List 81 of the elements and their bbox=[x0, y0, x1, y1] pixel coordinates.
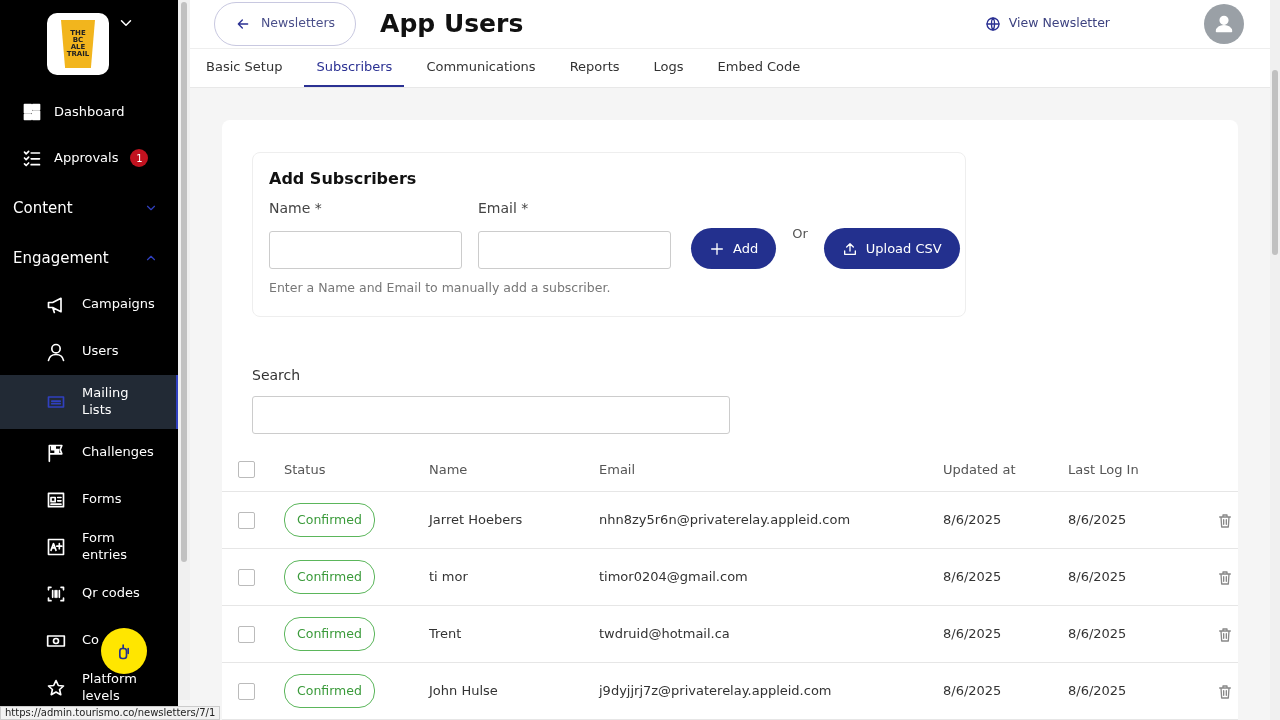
trash-icon[interactable] bbox=[1217, 683, 1233, 700]
row-checkbox[interactable] bbox=[238, 682, 255, 700]
sidebar-item[interactable]: Users bbox=[0, 328, 178, 375]
trash-icon[interactable] bbox=[1217, 512, 1233, 529]
trash-icon[interactable] bbox=[1217, 626, 1233, 643]
column-header: Last Log In bbox=[1068, 460, 1140, 479]
trash-icon[interactable] bbox=[1217, 569, 1233, 586]
tab[interactable]: Embed Code bbox=[705, 48, 813, 88]
table-cell-text: twdruid@hotmail.ca bbox=[599, 625, 731, 644]
table-cell-text: 8/6/2025 bbox=[1068, 568, 1128, 587]
avatar[interactable] bbox=[1204, 3, 1244, 44]
status-tag: Confirmed bbox=[284, 559, 375, 595]
row-checkbox[interactable] bbox=[238, 568, 255, 586]
upload-icon bbox=[841, 240, 858, 257]
sidebar-item[interactable]: Forms bbox=[0, 476, 178, 523]
name-field[interactable] bbox=[269, 231, 462, 270]
column-header: Name bbox=[429, 460, 469, 479]
star-icon bbox=[46, 677, 66, 698]
sidebar-scrollbar[interactable] bbox=[178, 0, 190, 700]
table-cell-text: ti mor bbox=[429, 568, 469, 587]
table-cell-text: timor0204@gmail.com bbox=[599, 568, 749, 587]
or-text: Or bbox=[792, 225, 808, 243]
select-all-checkbox[interactable] bbox=[238, 461, 255, 478]
email-field[interactable] bbox=[478, 231, 671, 270]
tab[interactable]: Subscribers bbox=[304, 48, 405, 88]
table-cell-text: 8/6/2025 bbox=[1068, 511, 1128, 530]
sidebar-item[interactable]: Campaigns bbox=[0, 281, 178, 328]
notification-badge: 1 bbox=[130, 149, 149, 167]
table-cell-text: 8/6/2025 bbox=[943, 682, 1003, 701]
grade-icon bbox=[46, 536, 66, 557]
status-tag: Confirmed bbox=[284, 502, 375, 538]
user-icon bbox=[46, 341, 66, 362]
row-checkbox[interactable] bbox=[238, 511, 255, 529]
table-cell-text: 8/6/2025 bbox=[943, 511, 1003, 530]
upload-csv-button[interactable]: Upload CSV bbox=[823, 228, 960, 270]
plus-icon bbox=[709, 240, 725, 257]
sidebar-section[interactable]: Engagement bbox=[0, 235, 178, 281]
help-button[interactable] bbox=[101, 628, 147, 674]
sidebar-item[interactable]: Challenges bbox=[0, 429, 178, 476]
status-tag: Confirmed bbox=[284, 616, 375, 652]
table-cell-text: 8/6/2025 bbox=[943, 568, 1003, 587]
grid-icon bbox=[22, 102, 42, 122]
table-cell-text: John Hulse bbox=[429, 682, 499, 701]
section-title: Add Subscribers bbox=[269, 169, 418, 189]
row-checkbox[interactable] bbox=[238, 625, 255, 643]
table-cell-text: nhn8zy5r6n@privaterelay.appleid.com bbox=[599, 511, 852, 530]
table-cell-text: 8/6/2025 bbox=[1068, 625, 1128, 644]
column-header: Email bbox=[599, 460, 637, 479]
tab[interactable]: Basic Setup bbox=[194, 48, 295, 88]
table-cell-text: Jarret Hoebers bbox=[429, 511, 524, 530]
status-url-tooltip: https://admin.tourismo.co/newsletters/7/1 bbox=[0, 706, 221, 720]
sidebar-section[interactable]: Content bbox=[0, 185, 178, 231]
view-newsletter-link[interactable]: View Newsletter bbox=[984, 14, 1110, 34]
sidebar-item[interactable]: Co bbox=[0, 617, 178, 664]
sidebar-item[interactable]: Mailing Lists bbox=[0, 375, 178, 429]
status-tag: Confirmed bbox=[284, 673, 375, 709]
add-button[interactable]: Add bbox=[691, 228, 777, 270]
tab[interactable]: Logs bbox=[641, 48, 696, 88]
checklist-icon bbox=[22, 148, 42, 168]
table-cell-text: 8/6/2025 bbox=[1068, 682, 1128, 701]
hint-text: Enter a Name and Email to manually add a subscriber. bbox=[269, 279, 612, 298]
sidebar-item[interactable]: Dashboard bbox=[0, 89, 178, 135]
page-scrollbar[interactable] bbox=[1270, 0, 1280, 720]
column-header: Updated at bbox=[943, 460, 1017, 479]
globe-icon bbox=[984, 15, 1001, 32]
sidebar-item[interactable]: Form entries bbox=[0, 523, 178, 570]
search-field[interactable] bbox=[252, 396, 730, 434]
tab[interactable]: Reports bbox=[557, 48, 632, 88]
table-cell-text: j9dyjjrj7z@privaterelay.appleid.com bbox=[599, 682, 833, 701]
column-header: Status bbox=[284, 460, 327, 479]
sidebar-item[interactable]: Qr codes bbox=[0, 570, 178, 617]
flag-icon bbox=[46, 442, 66, 463]
table-cell-text: Trent bbox=[429, 625, 463, 644]
sidebar-item[interactable]: Approvals 1 bbox=[0, 135, 178, 181]
back-button[interactable]: Newsletters bbox=[214, 1, 357, 46]
tab[interactable]: Communications bbox=[414, 48, 548, 88]
table-cell-text: 8/6/2025 bbox=[943, 625, 1003, 644]
field-label: Name * bbox=[269, 199, 323, 219]
field-label: Email * bbox=[478, 199, 530, 219]
page-title: App Users bbox=[380, 8, 524, 39]
field-label: Search bbox=[252, 366, 302, 385]
